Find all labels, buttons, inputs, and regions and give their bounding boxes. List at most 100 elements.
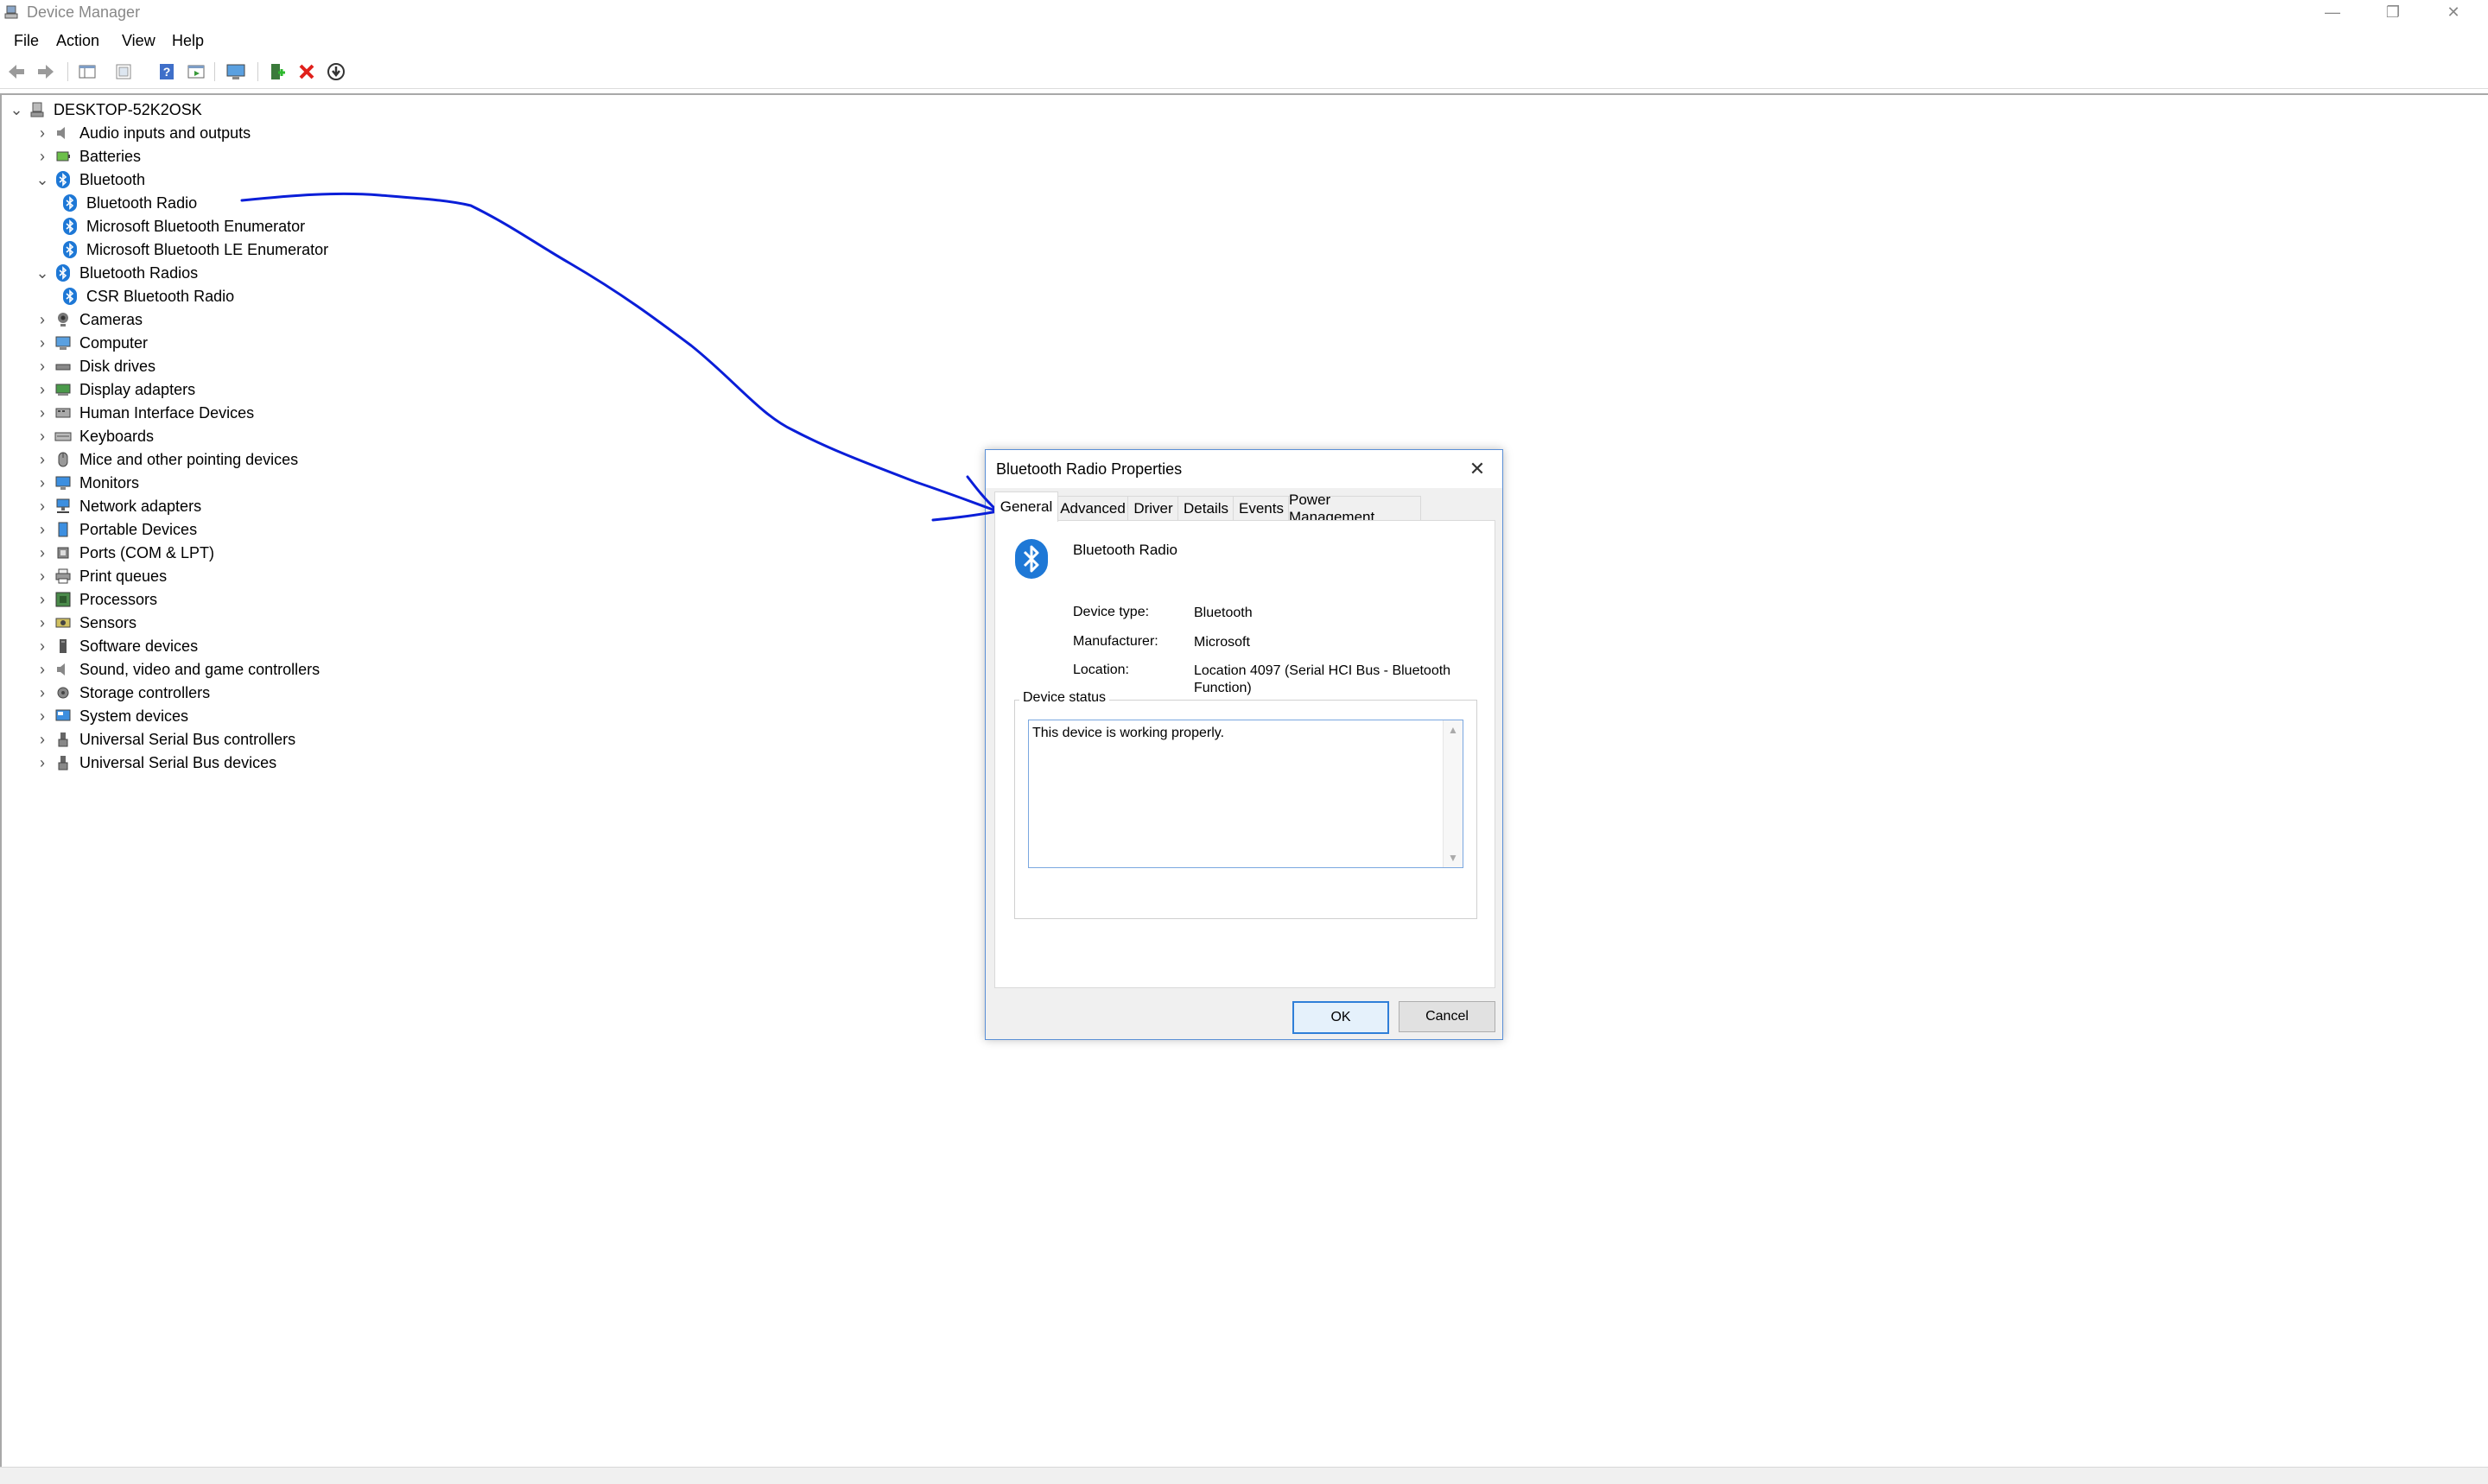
tree-category[interactable]: › Universal Serial Bus devices	[35, 752, 276, 774]
tree-category[interactable]: › Human Interface Devices	[35, 402, 254, 424]
tree-item-label: Human Interface Devices	[79, 403, 255, 422]
scroll-up-icon[interactable]: ▲	[1444, 720, 1463, 739]
tree-category[interactable]: › Cameras	[35, 308, 143, 331]
tab-events[interactable]: Events	[1233, 496, 1290, 521]
scroll-down-icon[interactable]: ▼	[1444, 848, 1463, 867]
chevron-down-icon[interactable]: ⌄	[35, 171, 50, 188]
chevron-right-icon[interactable]: ›	[35, 404, 50, 422]
properties-button[interactable]	[112, 60, 135, 83]
tree-category[interactable]: › Portable Devices	[35, 518, 197, 541]
network-icon	[54, 497, 73, 516]
tree-category[interactable]: › Universal Serial Bus controllers	[35, 728, 295, 751]
tree-device[interactable]: Microsoft Bluetooth LE Enumerator	[60, 238, 328, 261]
maximize-button[interactable]: ❐	[2358, 0, 2428, 24]
chevron-right-icon[interactable]: ›	[35, 124, 50, 142]
computer-icon	[28, 100, 47, 119]
tree-category[interactable]: › Disk drives	[35, 355, 156, 377]
tree-device[interactable]: Microsoft Bluetooth Enumerator	[60, 215, 305, 238]
tree-category[interactable]: › Processors	[35, 588, 157, 611]
back-button[interactable]	[5, 60, 28, 83]
menu-file[interactable]: File	[14, 32, 39, 50]
tree-item-label: Bluetooth Radios	[79, 263, 199, 282]
forward-button[interactable]	[35, 60, 57, 83]
close-button[interactable]: ✕	[2419, 0, 2488, 24]
tree-item-label: Processors	[79, 590, 158, 608]
tree-device[interactable]: Bluetooth Radio	[60, 192, 197, 214]
port-icon	[54, 543, 73, 562]
ok-button[interactable]: OK	[1292, 1001, 1389, 1034]
tab-details[interactable]: Details	[1177, 496, 1234, 521]
tab-driver[interactable]: Driver	[1127, 496, 1179, 521]
tree-root[interactable]: ⌄ DESKTOP-52K2OSK	[9, 98, 201, 121]
scan-hardware-button[interactable]	[225, 60, 247, 83]
chevron-right-icon[interactable]: ›	[35, 521, 50, 538]
tree-category[interactable]: › Network adapters	[35, 495, 201, 517]
chevron-right-icon[interactable]: ›	[35, 381, 50, 398]
tree-category[interactable]: › Audio inputs and outputs	[35, 122, 251, 144]
chevron-right-icon[interactable]: ›	[35, 731, 50, 748]
tree-category[interactable]: › Monitors	[35, 472, 139, 494]
tree-category[interactable]: › Batteries	[35, 145, 141, 168]
tree-category[interactable]: › Software devices	[35, 635, 198, 657]
help-icon: ?	[160, 64, 174, 79]
toolbar-separator	[257, 62, 258, 81]
tree-category[interactable]: › Computer	[35, 332, 148, 354]
tree-category[interactable]: ⌄ Bluetooth Radios	[35, 262, 198, 284]
chevron-right-icon[interactable]: ›	[35, 614, 50, 631]
tree-device[interactable]: CSR Bluetooth Radio	[60, 285, 234, 308]
tree-category[interactable]: › Sensors	[35, 612, 136, 634]
display-adapter-icon	[54, 380, 73, 399]
tree-category[interactable]: › Ports (COM & LPT)	[35, 542, 214, 564]
chevron-right-icon[interactable]: ›	[35, 358, 50, 375]
bluetooth-icon	[54, 263, 73, 282]
usb-icon	[54, 753, 73, 772]
menu-action[interactable]: Action	[56, 32, 99, 50]
chevron-right-icon[interactable]: ›	[35, 498, 50, 515]
tree-category[interactable]: › Display adapters	[35, 378, 195, 401]
update-driver-button[interactable]	[325, 60, 347, 83]
chevron-right-icon[interactable]: ›	[35, 568, 50, 585]
chevron-down-icon[interactable]: ⌄	[9, 101, 24, 118]
chevron-down-icon[interactable]: ⌄	[35, 264, 50, 282]
uninstall-button[interactable]	[295, 60, 318, 83]
tree-category[interactable]: › Sound, video and game controllers	[35, 658, 320, 681]
tree-category[interactable]: › Mice and other pointing devices	[35, 448, 298, 471]
chevron-right-icon[interactable]: ›	[35, 474, 50, 491]
chevron-right-icon[interactable]: ›	[35, 591, 50, 608]
minimize-button[interactable]: —	[2298, 0, 2367, 24]
mouse-icon	[54, 450, 73, 469]
help-button[interactable]: ?	[156, 60, 178, 83]
tree-item-label: Universal Serial Bus controllers	[79, 730, 296, 748]
chevron-right-icon[interactable]: ›	[35, 661, 50, 678]
tree-category[interactable]: › Storage controllers	[35, 682, 210, 704]
chevron-right-icon[interactable]: ›	[35, 148, 50, 165]
chevron-right-icon[interactable]: ›	[35, 428, 50, 445]
chevron-right-icon[interactable]: ›	[35, 334, 50, 352]
tab-power-management[interactable]: Power Management	[1288, 491, 1421, 525]
tree-item-label: Display adapters	[79, 380, 196, 398]
dialog-close-button[interactable]: ✕	[1463, 455, 1492, 483]
chevron-right-icon[interactable]: ›	[35, 684, 50, 701]
tree-category[interactable]: › Print queues	[35, 565, 167, 587]
tab-advanced[interactable]: Advanced	[1057, 496, 1129, 521]
cancel-button[interactable]: Cancel	[1399, 1001, 1495, 1032]
tree-category[interactable]: › System devices	[35, 705, 188, 727]
action-pane-button[interactable]	[185, 60, 207, 83]
back-arrow-icon	[9, 65, 24, 79]
device-status-textbox[interactable]: This device is working properly. ▲ ▼	[1028, 720, 1463, 868]
status-scrollbar[interactable]: ▲ ▼	[1443, 720, 1463, 867]
chevron-right-icon[interactable]: ›	[35, 451, 50, 468]
device-name: Bluetooth Radio	[1073, 542, 1177, 558]
chevron-right-icon[interactable]: ›	[35, 544, 50, 561]
add-driver-button[interactable]	[266, 60, 289, 83]
chevron-right-icon[interactable]: ›	[35, 637, 50, 655]
chevron-right-icon[interactable]: ›	[35, 754, 50, 771]
chevron-right-icon[interactable]: ›	[35, 311, 50, 328]
menu-view[interactable]: View	[122, 32, 156, 50]
tab-general[interactable]: General	[994, 491, 1058, 522]
tree-category[interactable]: ⌄ Bluetooth	[35, 168, 145, 191]
chevron-right-icon[interactable]: ›	[35, 707, 50, 725]
menu-help[interactable]: Help	[172, 32, 204, 50]
show-hide-console-tree-button[interactable]	[76, 60, 98, 83]
tree-category[interactable]: › Keyboards	[35, 425, 154, 447]
